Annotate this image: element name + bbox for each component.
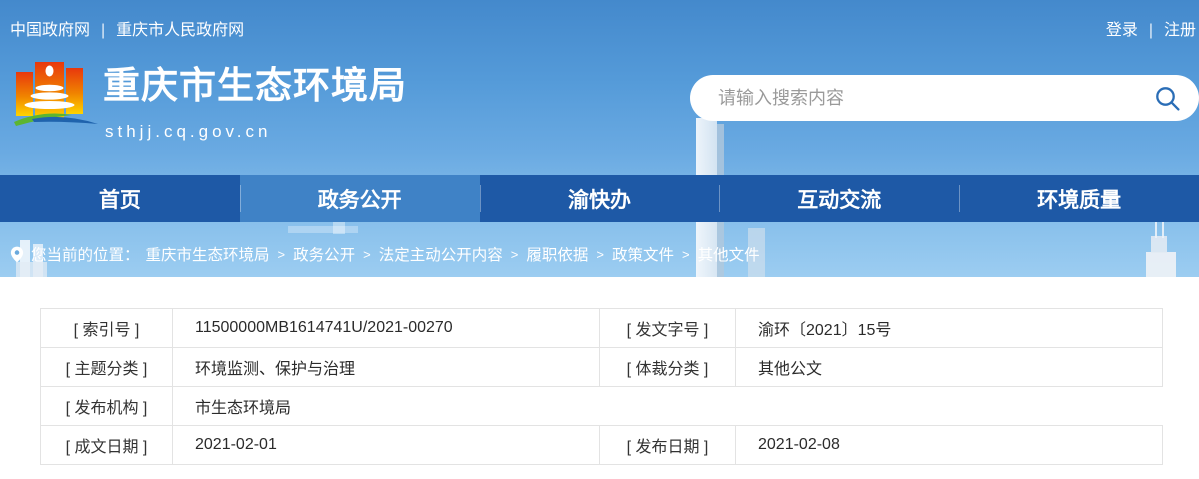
table-row: [ 主题分类 ] 环境监测、保护与治理[ 体裁分类 ] 其他公文: [40, 347, 1163, 387]
value-cell: 11500000MB1614741U/2021-00270: [172, 308, 600, 348]
auth-links: 登录 | 注册: [1106, 16, 1196, 40]
value-cell: 渝环〔2021〕15号: [735, 308, 1163, 348]
nav-item-env-quality[interactable]: 环境质量: [959, 175, 1199, 222]
breadcrumb-item[interactable]: 法定主动公开内容: [379, 243, 503, 265]
search-input[interactable]: [716, 86, 1146, 110]
auth-separator: |: [1148, 22, 1153, 39]
breadcrumb-separator: >: [596, 246, 604, 262]
breadcrumb-prefix: 您当前的位置：: [31, 247, 140, 264]
label-cell: [ 发文字号 ]: [599, 308, 736, 348]
breadcrumb-item[interactable]: 政务公开: [293, 243, 355, 265]
table-row: [ 索引号 ] 11500000MB1614741U/2021-00270[ 发文…: [40, 308, 1163, 348]
breadcrumb-item[interactable]: 重庆市生态环境局: [146, 243, 270, 265]
login-link[interactable]: 登录: [1106, 22, 1138, 39]
doc-info-table: [ 索引号 ] 11500000MB1614741U/2021-00270[ 发文…: [40, 308, 1163, 465]
nav-item-label: 互动交流: [797, 188, 882, 212]
nav-item-label: 首页: [98, 188, 141, 212]
skyline-tower: [1151, 236, 1167, 253]
value-cell: 环境监测、保护与治理: [172, 347, 600, 387]
breadcrumb-separator: >: [681, 246, 690, 262]
search-icon: [1154, 85, 1181, 112]
value-cell: 2021-02-01: [172, 425, 600, 465]
nav-item-label: 政务公开: [317, 188, 402, 212]
value-cell: 2021-02-08: [735, 425, 1163, 465]
nav-item-yukuaiban[interactable]: 渝快办: [479, 175, 720, 222]
label-cell: [ 体裁分类 ]: [599, 347, 736, 387]
table-row: [ 发布机构 ] 市生态环境局: [40, 386, 1163, 426]
topbar-separator: |: [101, 22, 106, 39]
topbar: 中国政府网 | 重庆市人民政府网: [10, 16, 244, 40]
location-pin-icon: [10, 245, 24, 264]
site-domain: sthjj.cq.gov.cn: [105, 122, 272, 141]
breadcrumb-items: 重庆市生态环境局 > 政务公开 > 法定主动公开内容 > 履职依据 > 政策文件 > 其他文件: [146, 243, 760, 265]
nav-item-label: 渝快办: [567, 188, 631, 212]
skyline-buildings: [333, 221, 345, 234]
nav-item-label: 环境质量: [1037, 188, 1122, 212]
search-box: [690, 75, 1199, 121]
nav-item-gov-info[interactable]: 政务公开: [239, 175, 480, 222]
table-row: [ 成文日期 ] 2021-02-01[ 发布日期 ] 2021-02-08: [40, 425, 1163, 465]
label-cell: [ 成文日期 ]: [40, 425, 173, 465]
breadcrumb-separator: >: [363, 246, 371, 262]
skyline-tower: [1146, 252, 1176, 277]
main-nav: 首页 政务公开 渝快办 互动交流 环境质量: [0, 175, 1199, 222]
nav-item-interaction[interactable]: 互动交流: [719, 175, 959, 222]
topbar-link-china-gov[interactable]: 中国政府网: [10, 22, 90, 39]
label-cell: [ 索引号 ]: [40, 308, 173, 348]
register-link[interactable]: 注册: [1164, 22, 1196, 39]
page: 中国政府网 | 重庆市人民政府网 登录 | 注册 重庆市生态环境局 sthjj.…: [0, 0, 1199, 479]
label-cell: [ 主题分类 ]: [40, 347, 173, 387]
breadcrumb-separator: >: [510, 246, 519, 262]
skyline-buildings: [288, 226, 358, 233]
breadcrumb: 您当前的位置： 重庆市生态环境局 > 政务公开 > 法定主动公开内容 > 履职依据 > 政策文件…: [10, 243, 760, 265]
breadcrumb-item[interactable]: 政策文件: [612, 243, 674, 265]
content-card: [ 索引号 ] 11500000MB1614741U/2021-00270[ 发文…: [7, 277, 1199, 479]
value-cell: 市生态环境局: [172, 386, 600, 426]
value-cell: 其他公文: [735, 347, 1163, 387]
breadcrumb-item[interactable]: 其他文件: [698, 243, 760, 265]
breadcrumb-item[interactable]: 履职依据: [526, 243, 588, 265]
site-logo-icon[interactable]: [14, 60, 98, 132]
label-cell: [600, 387, 736, 426]
label-cell: [ 发布机构 ]: [40, 386, 173, 426]
label-cell: [ 发布日期 ]: [599, 425, 736, 465]
search-button[interactable]: [1154, 85, 1181, 112]
nav-item-home[interactable]: 首页: [0, 175, 240, 222]
topbar-link-cq-gov[interactable]: 重庆市人民政府网: [116, 22, 244, 39]
breadcrumb-separator: >: [277, 246, 286, 262]
site-title: 重庆市生态环境局: [103, 65, 407, 106]
value-cell: [736, 387, 1163, 426]
